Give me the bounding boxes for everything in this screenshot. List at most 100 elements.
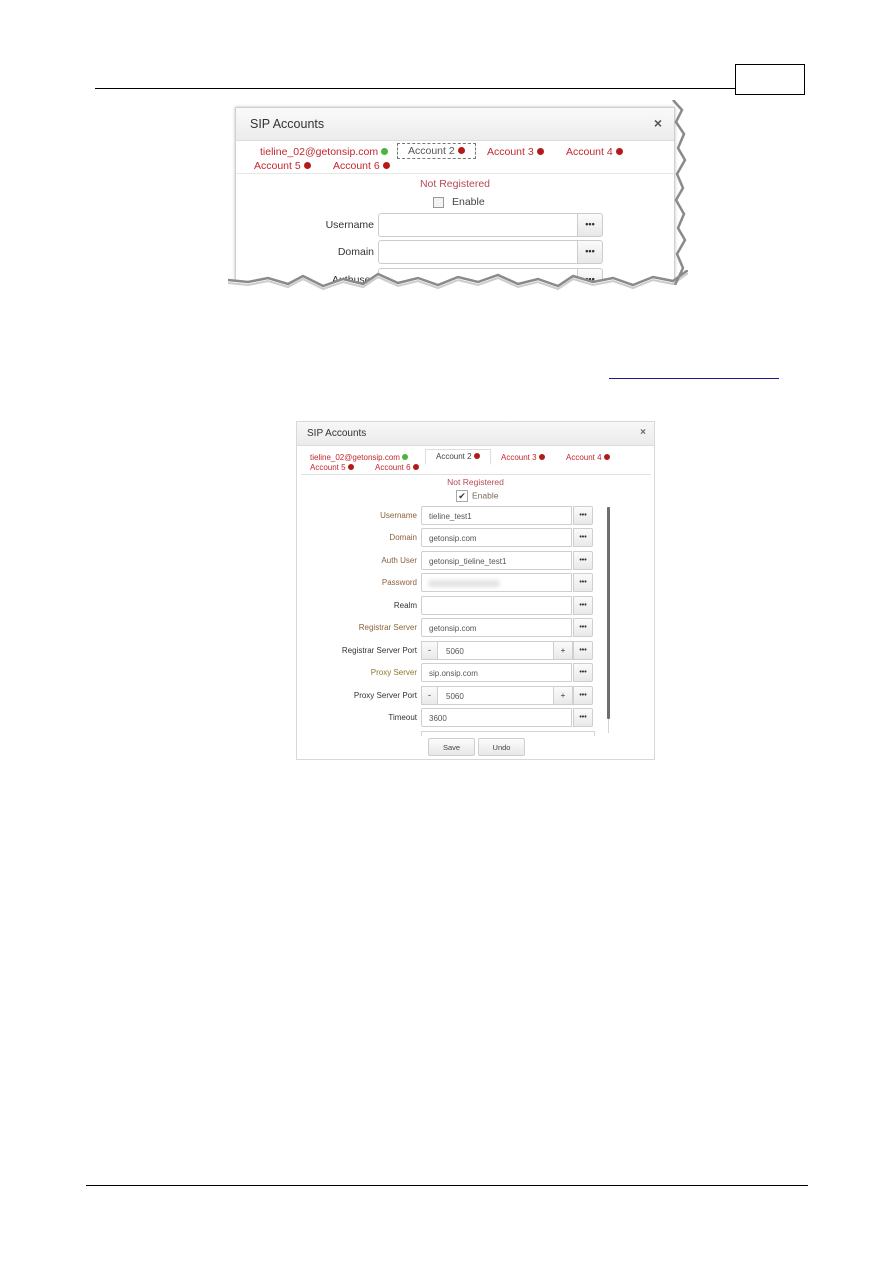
save-button[interactable]: Save: [428, 738, 475, 756]
field-label: Proxy Server Port: [353, 691, 417, 700]
auth-user-input[interactable]: getonsip_tieline_test1: [421, 551, 572, 570]
decrement-button[interactable]: -: [421, 641, 438, 660]
tab-label: Account 4: [566, 453, 602, 462]
tab-account-5[interactable]: Account 5: [310, 463, 354, 472]
unregistered-status-icon: [412, 463, 419, 470]
tab-account-6[interactable]: Account 6: [375, 463, 419, 472]
registered-status-icon: [381, 147, 389, 155]
field-row-timeout: Timeout 3600 •••: [297, 708, 654, 728]
unregistered-status-icon: [536, 147, 544, 155]
close-icon[interactable]: ×: [654, 115, 662, 131]
realm-input[interactable]: [421, 596, 572, 615]
unregistered-status-icon: [382, 161, 390, 169]
enable-toggle[interactable]: ✔ Enable: [456, 490, 498, 502]
hyperlink[interactable]: [609, 378, 779, 379]
more-options-button[interactable]: •••: [573, 686, 593, 705]
unregistered-status-icon: [457, 146, 465, 154]
timeout-input[interactable]: 3600: [421, 708, 572, 727]
footer-rule: [86, 1185, 808, 1186]
sip-accounts-dialog-screenshot-1: SIP Accounts × tieline_02@getonsip.com A…: [235, 107, 675, 289]
field-row-proxy-server: Proxy Server sip.onsip.com •••: [297, 663, 654, 683]
more-options-button[interactable]: •••: [573, 596, 593, 615]
field-label: Registrar Server: [358, 623, 417, 632]
increment-button[interactable]: +: [553, 641, 573, 660]
enable-toggle[interactable]: Enable: [433, 196, 485, 208]
increment-button[interactable]: +: [553, 686, 573, 705]
registration-status: Not Registered: [447, 477, 504, 487]
tab-account-2[interactable]: Account 2: [425, 449, 491, 465]
unregistered-status-icon: [538, 453, 545, 460]
tab-label: Account 5: [310, 463, 346, 472]
registrar-server-port-input[interactable]: 5060: [438, 641, 553, 660]
tab-account-4[interactable]: Account 4: [566, 146, 623, 158]
field-row-proxy-server-port: Proxy Server Port - 5060 + •••: [297, 686, 654, 706]
username-input[interactable]: [378, 213, 578, 237]
more-options-button[interactable]: •••: [573, 663, 593, 682]
more-options-button[interactable]: •••: [577, 213, 603, 237]
field-label: Username: [325, 219, 374, 231]
unregistered-status-icon: [603, 453, 610, 460]
proxy-server-port-input[interactable]: 5060: [438, 686, 553, 705]
account-tabs: tieline_02@getonsip.com Account 2 Accoun…: [236, 141, 674, 174]
decrement-button[interactable]: -: [421, 686, 438, 705]
tab-account-3[interactable]: Account 3: [487, 146, 544, 158]
field-label: Proxy Server: [370, 668, 417, 677]
field-row-username: Username tieline_test1 •••: [297, 506, 654, 526]
torn-edge-decoration: [228, 270, 688, 304]
close-icon[interactable]: ×: [640, 427, 646, 438]
tab-account-2[interactable]: Account 2: [397, 143, 476, 159]
tab-account-6[interactable]: Account 6: [333, 160, 390, 172]
tab-account-3[interactable]: Account 3: [501, 453, 545, 462]
domain-input[interactable]: getonsip.com: [421, 528, 572, 547]
page-number-box: [735, 64, 805, 95]
password-input[interactable]: [421, 573, 572, 592]
undo-button[interactable]: Undo: [478, 738, 525, 756]
proxy-server-input[interactable]: sip.onsip.com: [421, 663, 572, 682]
more-options-button[interactable]: •••: [573, 708, 593, 727]
more-options-button[interactable]: •••: [573, 641, 593, 660]
domain-input[interactable]: [378, 240, 578, 264]
tab-account-1[interactable]: tieline_02@getonsip.com: [260, 146, 389, 158]
more-options-button[interactable]: •••: [573, 528, 593, 547]
checkbox-icon[interactable]: [433, 196, 444, 208]
enable-label: Enable: [452, 196, 485, 208]
next-field-partial: [421, 731, 595, 736]
field-label: Domain: [337, 246, 374, 258]
field-row-username: Username •••: [236, 213, 674, 237]
field-label: Username: [380, 511, 417, 520]
field-label: Domain: [389, 533, 417, 542]
sip-accounts-dialog: SIP Accounts × tieline_02@getonsip.com A…: [296, 421, 655, 760]
field-label: Registrar Server Port: [341, 646, 417, 655]
torn-edge-right-decoration: [672, 100, 687, 285]
field-row-auth-user: Auth User getonsip_tieline_test1 •••: [297, 551, 654, 571]
more-options-button[interactable]: •••: [573, 551, 593, 570]
tab-label: tieline_02@getonsip.com: [310, 453, 400, 462]
username-input[interactable]: tieline_test1: [421, 506, 572, 525]
dialog-title-bar: SIP Accounts ×: [297, 422, 654, 446]
unregistered-status-icon: [473, 452, 480, 459]
registrar-server-input[interactable]: getonsip.com: [421, 618, 572, 637]
field-label: Realm: [393, 601, 417, 610]
tab-label: Account 6: [333, 160, 380, 172]
more-options-button[interactable]: •••: [573, 573, 593, 592]
registered-status-icon: [401, 453, 408, 460]
header-rule: [95, 88, 736, 89]
field-row-domain: Domain getonsip.com •••: [297, 528, 654, 548]
tab-account-1[interactable]: tieline_02@getonsip.com: [310, 453, 408, 462]
tab-account-4[interactable]: Account 4: [566, 453, 610, 462]
checkbox-checked-icon[interactable]: ✔: [456, 490, 468, 502]
dialog-title-bar: SIP Accounts ×: [236, 108, 674, 141]
account-tabs: tieline_02@getonsip.com Account 2 Accoun…: [301, 446, 651, 475]
field-label: Password: [381, 578, 417, 587]
dialog-title: SIP Accounts: [250, 117, 325, 131]
tab-account-5[interactable]: Account 5: [254, 160, 311, 172]
more-options-button[interactable]: •••: [577, 240, 603, 264]
more-options-button[interactable]: •••: [573, 618, 593, 637]
scrollbar-thumb[interactable]: [607, 507, 610, 719]
more-options-button[interactable]: •••: [573, 506, 593, 525]
enable-label: Enable: [472, 490, 499, 501]
tab-label: Account 5: [254, 160, 301, 172]
field-row-realm: Realm •••: [297, 596, 654, 616]
unregistered-status-icon: [347, 463, 354, 470]
field-row-domain: Domain •••: [236, 240, 674, 264]
